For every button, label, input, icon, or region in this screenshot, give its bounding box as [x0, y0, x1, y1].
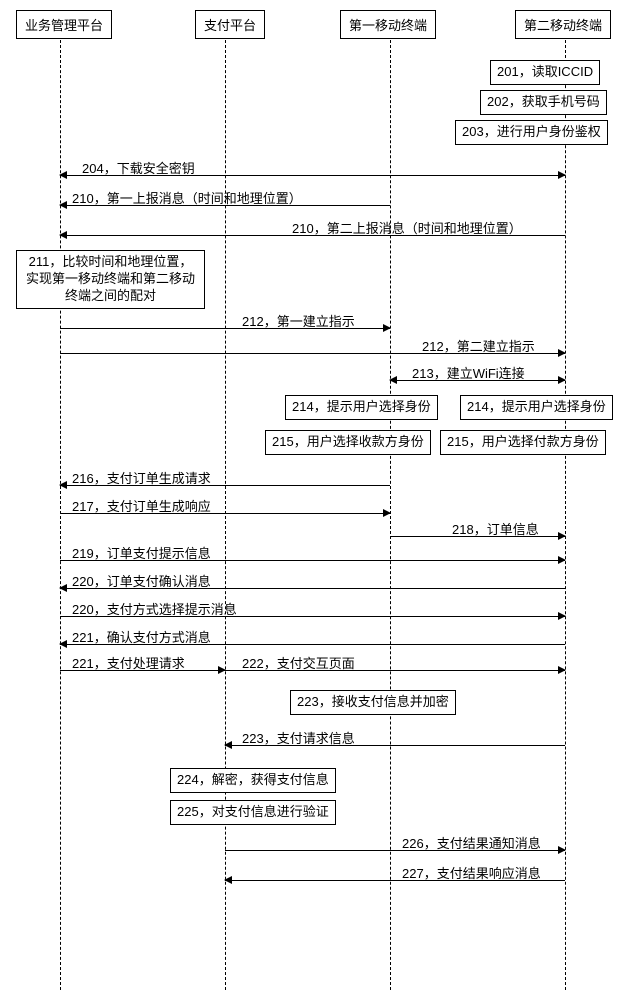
msg-221a-label: 221，确认支付方式消息 — [70, 627, 213, 646]
msg-210b-label: 210，第二上报消息（时间和地理位置） — [290, 218, 524, 237]
msg-223a-label: 223，支付请求信息 — [240, 728, 357, 747]
note-215a: 215，用户选择收款方身份 — [265, 430, 431, 455]
participant-second-terminal: 第二移动终端 — [515, 10, 611, 39]
msg-221b-label: 221，支付处理请求 — [70, 653, 187, 672]
note-215b: 215，用户选择付款方身份 — [440, 430, 606, 455]
msg-226-label: 226，支付结果通知消息 — [400, 833, 543, 852]
msg-216-label: 216，支付订单生成请求 — [70, 468, 213, 487]
sequence-diagram: 业务管理平台 支付平台 第一移动终端 第二移动终端 201，读取ICCID 20… — [10, 10, 633, 990]
note-211: 211，比较时间和地理位置，实现第一移动终端和第二移动终端之间的配对 — [16, 250, 205, 309]
note-225: 225，对支付信息进行验证 — [170, 800, 336, 825]
msg-212a-label: 212，第一建立指示 — [240, 311, 357, 330]
msg-220b-label: 220，支付方式选择提示消息 — [70, 599, 239, 618]
msg-220a-label: 220，订单支付确认消息 — [70, 571, 213, 590]
note-203: 203，进行用户身份鉴权 — [455, 120, 608, 145]
msg-217-label: 217，支付订单生成响应 — [70, 496, 213, 515]
participant-business-platform: 业务管理平台 — [16, 10, 112, 39]
msg-222-label: 222，支付交互页面 — [240, 653, 357, 672]
msg-219-label: 219，订单支付提示信息 — [70, 543, 213, 562]
participant-payment-platform: 支付平台 — [195, 10, 265, 39]
msg-212b-label: 212，第二建立指示 — [420, 336, 537, 355]
lifeline-p1 — [60, 40, 61, 990]
msg-204-label: 204，下载安全密钥 — [80, 158, 197, 177]
lifeline-p3 — [390, 40, 391, 990]
participant-first-terminal: 第一移动终端 — [340, 10, 436, 39]
lifeline-p2 — [225, 40, 226, 990]
msg-210a-label: 210，第一上报消息（时间和地理位置） — [70, 188, 304, 207]
note-214b: 214，提示用户选择身份 — [460, 395, 613, 420]
note-224: 224，解密，获得支付信息 — [170, 768, 336, 793]
msg-213-label: 213，建立WiFi连接 — [410, 363, 527, 382]
note-214a: 214，提示用户选择身份 — [285, 395, 438, 420]
note-202: 202，获取手机号码 — [480, 90, 607, 115]
lifeline-p4 — [565, 40, 566, 990]
note-223b: 223，接收支付信息并加密 — [290, 690, 456, 715]
note-201: 201，读取ICCID — [490, 60, 600, 85]
msg-218-label: 218，订单信息 — [450, 519, 541, 538]
msg-227-label: 227，支付结果响应消息 — [400, 863, 543, 882]
